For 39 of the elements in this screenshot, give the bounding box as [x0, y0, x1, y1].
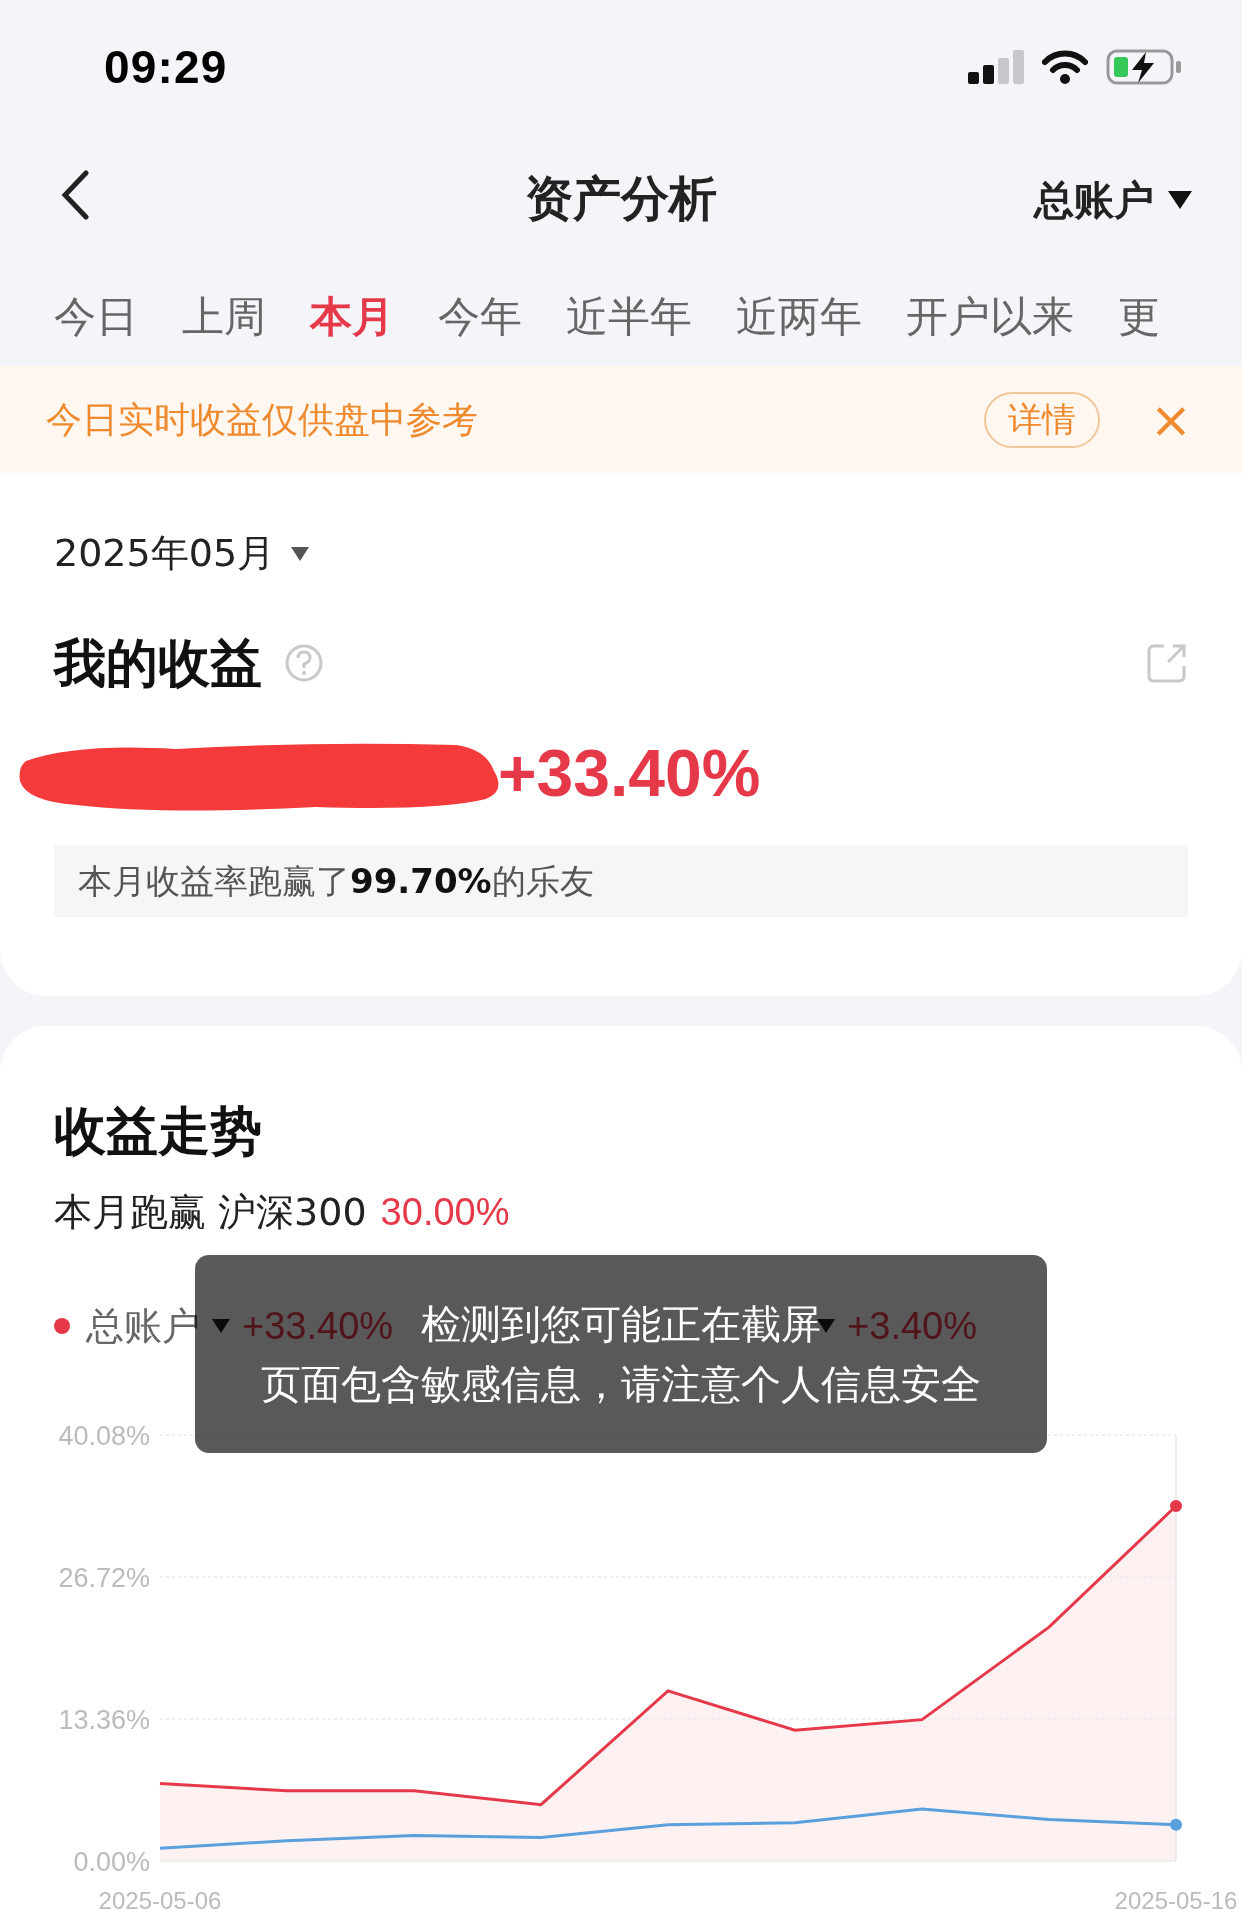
status-time: 09:29 [104, 39, 228, 95]
benchmark-label: 本月跑赢 沪深300 [54, 1189, 367, 1236]
y-axis-label: 40.08% [58, 1421, 150, 1451]
y-axis-label: 0.00% [73, 1847, 150, 1877]
end-point [1170, 1500, 1182, 1512]
period-tab[interactable]: 近两年 [736, 284, 862, 348]
page-title: 资产分析 [525, 169, 717, 228]
wifi-icon [1042, 50, 1088, 84]
period-tab[interactable]: 更 [1118, 284, 1160, 348]
x-axis-label: 2025-05-16 [1114, 1887, 1238, 1914]
account-dropdown[interactable]: 总账户 [1034, 170, 1192, 230]
section-title: 收益走势 [54, 1100, 263, 1163]
caret-icon [291, 546, 310, 561]
battery-charging-icon [1106, 48, 1182, 86]
period-tab[interactable]: 今日 [54, 284, 138, 348]
legend-value: +3.40% [847, 1303, 978, 1349]
end-point [1170, 1818, 1182, 1831]
return-value: +33.40% [498, 735, 761, 812]
benchmark-value: 30.00% [380, 1190, 510, 1235]
y-axis-label: 26.72% [58, 1563, 150, 1593]
period-dropdown[interactable]: 2025年05月 [54, 525, 310, 582]
period-tab[interactable]: 本月 [310, 284, 394, 348]
caret-icon [212, 1319, 230, 1333]
toast-text: 检测到您可能正在截屏 [421, 1300, 821, 1349]
legend-value: +33.40% [242, 1303, 394, 1349]
y-axis-label: 13.36% [58, 1705, 150, 1735]
help-icon [284, 643, 324, 683]
section-title: 我的收益 [54, 632, 262, 695]
x-axis-label: 2025-05-06 [98, 1887, 222, 1914]
notice-text: 今日实时收益仅供盘中参考 [46, 397, 479, 442]
rank-text: 本月收益率跑赢了99.70%的乐友 [54, 845, 1188, 917]
signal-icon [968, 50, 1024, 84]
period-tab[interactable]: 近半年 [566, 284, 692, 348]
period-tab[interactable]: 开户以来 [906, 284, 1074, 348]
toast-text: 页面包含敏感信息，请注意个人信息安全 [261, 1360, 981, 1409]
period-tab[interactable]: 上周 [182, 284, 266, 348]
back-icon [60, 170, 90, 220]
period-tab[interactable]: 今年 [438, 284, 522, 348]
caret-icon [1168, 191, 1192, 209]
